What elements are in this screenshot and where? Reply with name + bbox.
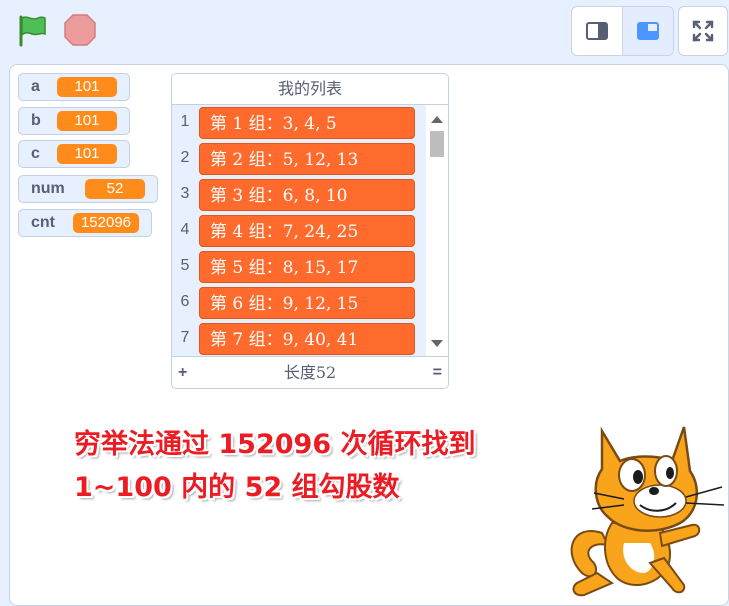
caption-line-1: 穷举法通过 152096 次循环找到 — [74, 429, 476, 460]
variable-monitor-c[interactable]: c 101 — [18, 140, 130, 168]
stage-size-toggle — [571, 6, 674, 56]
stop-sign-icon[interactable] — [62, 12, 98, 48]
small-stage-icon — [586, 22, 608, 40]
list-item-index: 4 — [180, 221, 190, 238]
list-item-value[interactable]: 第 4 组：7, 24, 25 — [199, 215, 415, 247]
variable-monitor-b[interactable]: b 101 — [18, 107, 130, 135]
list-item-value[interactable]: 第 6 组：9, 12, 15 — [199, 287, 415, 319]
variable-monitor-cnt[interactable]: cnt 152096 — [18, 209, 152, 237]
variable-value: 52 — [85, 179, 145, 199]
list-item-index: 7 — [180, 329, 190, 346]
list-item-value[interactable]: 第 5 组：8, 15, 17 — [199, 251, 415, 283]
list-item: 3 第 3 组：6, 8, 10 — [172, 177, 422, 213]
normal-stage-icon — [637, 22, 659, 40]
scroll-down-arrow-icon[interactable] — [431, 340, 443, 347]
list-body[interactable]: 1 第 1 组：3, 4, 5 2 第 2 组：5, 12, 13 3 第 3 … — [172, 105, 448, 356]
list-item-index: 2 — [180, 149, 190, 166]
fullscreen-icon — [692, 20, 714, 42]
list-item-index: 5 — [180, 257, 190, 274]
normal-stage-button[interactable] — [622, 7, 673, 55]
variable-name: c — [31, 145, 40, 162]
list-item-value[interactable]: 第 7 组：9, 40, 41 — [199, 323, 415, 355]
variable-name: num — [31, 180, 65, 197]
list-monitor[interactable]: 我的列表 1 第 1 组：3, 4, 5 2 第 2 组：5, 12, 13 3… — [171, 73, 449, 389]
variable-name: a — [31, 78, 40, 95]
list-title: 我的列表 — [172, 74, 448, 105]
small-stage-button[interactable] — [572, 7, 622, 55]
list-item-value[interactable]: 第 2 组：5, 12, 13 — [199, 143, 415, 175]
list-item: 2 第 2 组：5, 12, 13 — [172, 141, 422, 177]
resize-handle[interactable]: = — [433, 357, 442, 388]
scratch-cat-sprite[interactable] — [562, 413, 729, 603]
list-item: 5 第 5 组：8, 15, 17 — [172, 249, 422, 285]
list-item: 4 第 4 组：7, 24, 25 — [172, 213, 422, 249]
variable-monitor-num[interactable]: num 52 — [18, 175, 158, 203]
variable-name: b — [31, 112, 41, 129]
scroll-thumb[interactable] — [430, 131, 444, 157]
list-item-value[interactable]: 第 1 组：3, 4, 5 — [199, 107, 415, 139]
variable-value: 152096 — [73, 213, 139, 233]
list-length: 长度52 — [283, 363, 337, 382]
list-item-value[interactable]: 第 3 组：6, 8, 10 — [199, 179, 415, 211]
list-item: 1 第 1 组：3, 4, 5 — [172, 105, 422, 141]
list-item-index: 1 — [180, 113, 190, 130]
stage[interactable]: a 101 b 101 c 101 num 52 cnt 152096 我的列表… — [9, 64, 729, 606]
list-item: 7 第 7 组：9, 40, 41 — [172, 321, 422, 356]
list-item-index: 6 — [180, 293, 190, 310]
variable-value: 101 — [57, 144, 117, 164]
stage-header — [0, 0, 729, 62]
variable-monitor-a[interactable]: a 101 — [18, 73, 130, 101]
caption-line-2: 1~100 内的 52 组勾股数 — [74, 472, 400, 503]
fullscreen-button[interactable] — [678, 6, 728, 56]
list-footer: + 长度52 = — [172, 356, 448, 388]
green-flag-icon[interactable] — [14, 12, 50, 48]
list-scrollbar[interactable] — [426, 105, 448, 356]
variable-name: cnt — [31, 214, 55, 231]
list-item-index: 3 — [180, 185, 190, 202]
scroll-up-arrow-icon[interactable] — [431, 116, 443, 123]
list-item: 6 第 6 组：9, 12, 15 — [172, 285, 422, 321]
variable-value: 101 — [57, 77, 117, 97]
variable-value: 101 — [57, 111, 117, 131]
